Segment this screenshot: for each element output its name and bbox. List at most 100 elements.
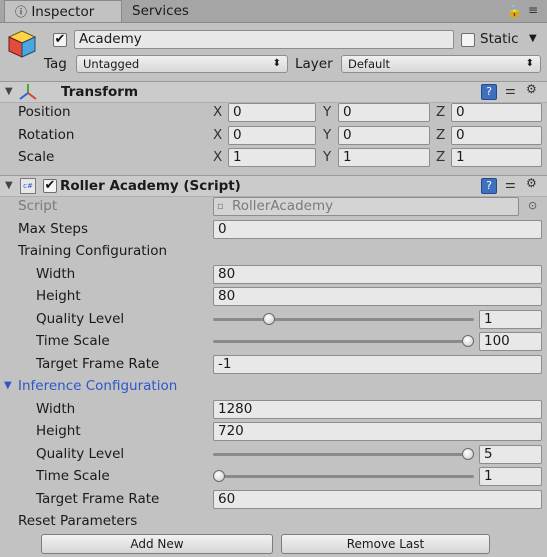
inference-width-label: Width (36, 401, 76, 417)
position-z-field[interactable]: 0 (451, 103, 542, 122)
tab-services[interactable]: Services (122, 0, 232, 22)
inference-quality-label: Quality Level (36, 446, 125, 462)
cube-icon (6, 28, 38, 60)
training-height-field[interactable]: 80 (213, 287, 542, 306)
layer-value: Default (348, 57, 391, 71)
fold-arrow-icon[interactable]: ▼ (5, 180, 13, 191)
slider-thumb[interactable] (462, 335, 474, 347)
script-component-title: Roller Academy (Script) (60, 178, 241, 194)
slider-thumb[interactable] (462, 448, 474, 460)
dropdown-arrow-icon: ⬍ (525, 58, 534, 69)
inspector-tab-icon: ⓘ (15, 5, 28, 19)
rotation-z-field[interactable]: 0 (451, 126, 542, 145)
rotation-y-field[interactable]: 0 (338, 126, 430, 145)
tag-label: Tag (44, 56, 67, 72)
scale-label: Scale (18, 149, 55, 165)
tag-dropdown[interactable]: Untagged ⬍ (76, 55, 288, 73)
axis-x-label: X (213, 104, 223, 120)
slider-track (213, 318, 474, 321)
script-enabled-checkbox[interactable]: ✔ (43, 179, 57, 193)
check-icon: ✔ (44, 178, 56, 193)
static-label: Static (480, 31, 519, 47)
script-value: RollerAcademy (232, 198, 334, 214)
training-quality-slider[interactable] (213, 312, 474, 326)
check-icon: ✔ (54, 32, 66, 47)
inference-fps-field[interactable]: 60 (213, 490, 542, 509)
inference-height-label: Height (36, 423, 81, 439)
axis-z-label: Z (436, 127, 446, 143)
inference-quality-field[interactable]: 5 (479, 445, 542, 464)
axis-z-label: Z (436, 149, 446, 165)
target-icon[interactable]: ⊙ (528, 199, 537, 212)
max-steps-field[interactable]: 0 (213, 220, 542, 239)
axis-y-label: Y (323, 149, 332, 165)
training-fps-label: Target Frame Rate (36, 356, 160, 372)
inference-timescale-slider[interactable] (213, 469, 474, 483)
slider-thumb[interactable] (263, 313, 275, 325)
scale-x-field[interactable]: 1 (228, 148, 316, 167)
training-width-field[interactable]: 80 (213, 265, 542, 284)
static-dropdown-icon[interactable]: ▼ (529, 29, 537, 49)
slider-track (213, 453, 474, 456)
training-fps-field[interactable]: -1 (213, 355, 542, 374)
training-quality-field[interactable]: 1 (479, 310, 542, 329)
inference-timescale-field[interactable]: 1 (479, 467, 542, 486)
inference-timescale-label: Time Scale (36, 468, 110, 484)
slider-track (213, 340, 474, 343)
max-steps-label: Max Steps (18, 221, 88, 237)
lock-icon[interactable]: 🔒 (507, 4, 522, 18)
slider-track (213, 475, 474, 478)
script-label: Script (18, 198, 58, 214)
script-file-icon: ▫ (217, 201, 224, 212)
position-x-field[interactable]: 0 (228, 103, 316, 122)
gear-icon[interactable]: ⚙ (526, 82, 537, 96)
gear-icon[interactable]: ⚙ (526, 176, 537, 190)
static-checkbox[interactable] (461, 33, 475, 47)
scale-z-field[interactable]: 1 (451, 148, 542, 167)
position-label: Position (18, 104, 71, 120)
script-field: ▫ RollerAcademy (213, 197, 519, 216)
settings-sliders-icon[interactable]: ⚌ (505, 83, 516, 97)
rotation-label: Rotation (18, 127, 75, 143)
scale-y-field[interactable]: 1 (338, 148, 430, 167)
tab-services-label: Services (132, 3, 189, 19)
script-icon: c# (20, 178, 36, 194)
add-new-button[interactable]: Add New (41, 534, 273, 554)
training-timescale-slider[interactable] (213, 334, 474, 348)
inference-width-field[interactable]: 1280 (213, 400, 542, 419)
fold-arrow-icon[interactable]: ▼ (4, 376, 12, 396)
training-timescale-label: Time Scale (36, 333, 110, 349)
training-width-label: Width (36, 266, 76, 282)
help-icon[interactable]: ? (481, 178, 497, 194)
fold-arrow-icon[interactable]: ▼ (5, 86, 13, 97)
slider-thumb[interactable] (213, 470, 225, 482)
position-y-field[interactable]: 0 (338, 103, 430, 122)
settings-sliders-icon[interactable]: ⚌ (505, 177, 516, 191)
training-height-label: Height (36, 288, 81, 304)
axis-y-label: Y (323, 127, 332, 143)
inference-fps-label: Target Frame Rate (36, 491, 160, 507)
training-config-header[interactable]: Training Configuration (18, 241, 167, 261)
inference-height-field[interactable]: 720 (213, 422, 542, 441)
rotation-x-field[interactable]: 0 (228, 126, 316, 145)
object-name-field[interactable]: Academy (74, 30, 454, 49)
layer-label: Layer (295, 56, 333, 72)
axis-z-label: Z (436, 104, 446, 120)
axis-y-label: Y (323, 104, 332, 120)
training-timescale-field[interactable]: 100 (479, 332, 542, 351)
remove-last-button[interactable]: Remove Last (281, 534, 490, 554)
axis-x-label: X (213, 149, 223, 165)
menu-icon[interactable]: ≡ (528, 3, 538, 17)
layer-dropdown[interactable]: Default ⬍ (341, 55, 541, 73)
transform-axes-icon (18, 83, 38, 101)
inference-config-header[interactable]: Inference Configuration (18, 376, 177, 396)
training-quality-label: Quality Level (36, 311, 125, 327)
help-icon[interactable]: ? (481, 84, 497, 100)
object-active-checkbox[interactable]: ✔ (53, 33, 67, 47)
axis-x-label: X (213, 127, 223, 143)
reset-parameters-label: Reset Parameters (18, 513, 138, 529)
tag-value: Untagged (83, 57, 140, 71)
inference-quality-slider[interactable] (213, 447, 474, 461)
tab-inspector-label: Inspector (31, 4, 95, 20)
tab-inspector[interactable]: ⓘ Inspector (4, 0, 122, 22)
